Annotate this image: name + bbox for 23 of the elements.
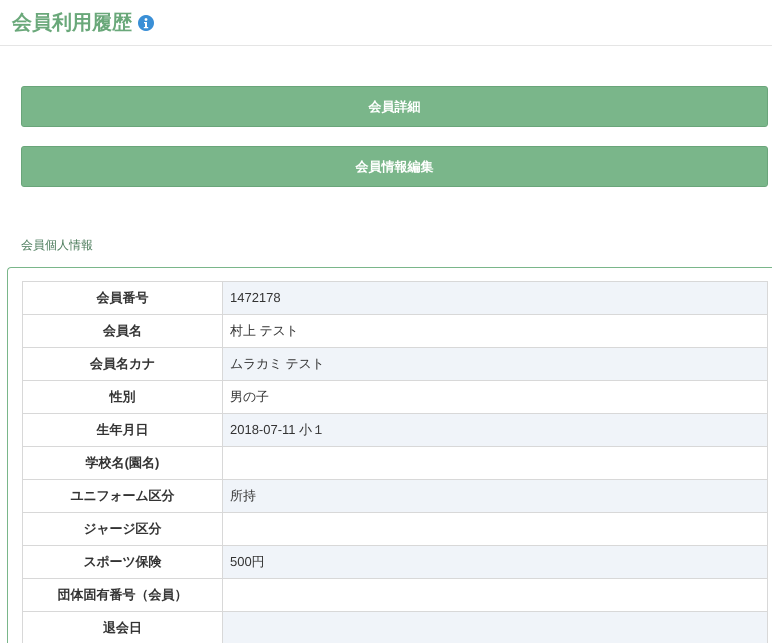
field-value: 所持: [222, 480, 768, 512]
field-label: 会員番号: [22, 282, 222, 314]
action-button[interactable]: 会員情報編集: [21, 146, 768, 187]
field-label: 退会日: [22, 612, 222, 643]
field-label: 性別: [22, 380, 222, 414]
field-label: 生年月日: [22, 414, 222, 446]
field-label: ジャージ区分: [22, 512, 222, 546]
page-title: 会員利用履歴: [12, 10, 132, 36]
field-value: 男の子: [222, 380, 768, 414]
field-label: ユニフォーム区分: [22, 480, 222, 512]
field-value: 2018-07-11 小１: [222, 414, 768, 446]
field-value: 村上 テスト: [222, 314, 768, 348]
action-button[interactable]: 会員詳細: [21, 86, 768, 127]
info-icon[interactable]: [138, 14, 154, 30]
section-title: 会員個人情報: [21, 237, 94, 254]
field-label: スポーツ保険: [22, 546, 222, 578]
field-value: ムラカミ テスト: [222, 348, 768, 380]
field-value: 500円: [222, 546, 768, 578]
field-label: 学校名(園名): [22, 446, 222, 480]
field-value: 1472178: [222, 282, 768, 314]
field-label: 会員名カナ: [22, 348, 222, 380]
field-label: 団体固有番号（会員）: [22, 578, 222, 612]
field-label: 会員名: [22, 314, 222, 348]
